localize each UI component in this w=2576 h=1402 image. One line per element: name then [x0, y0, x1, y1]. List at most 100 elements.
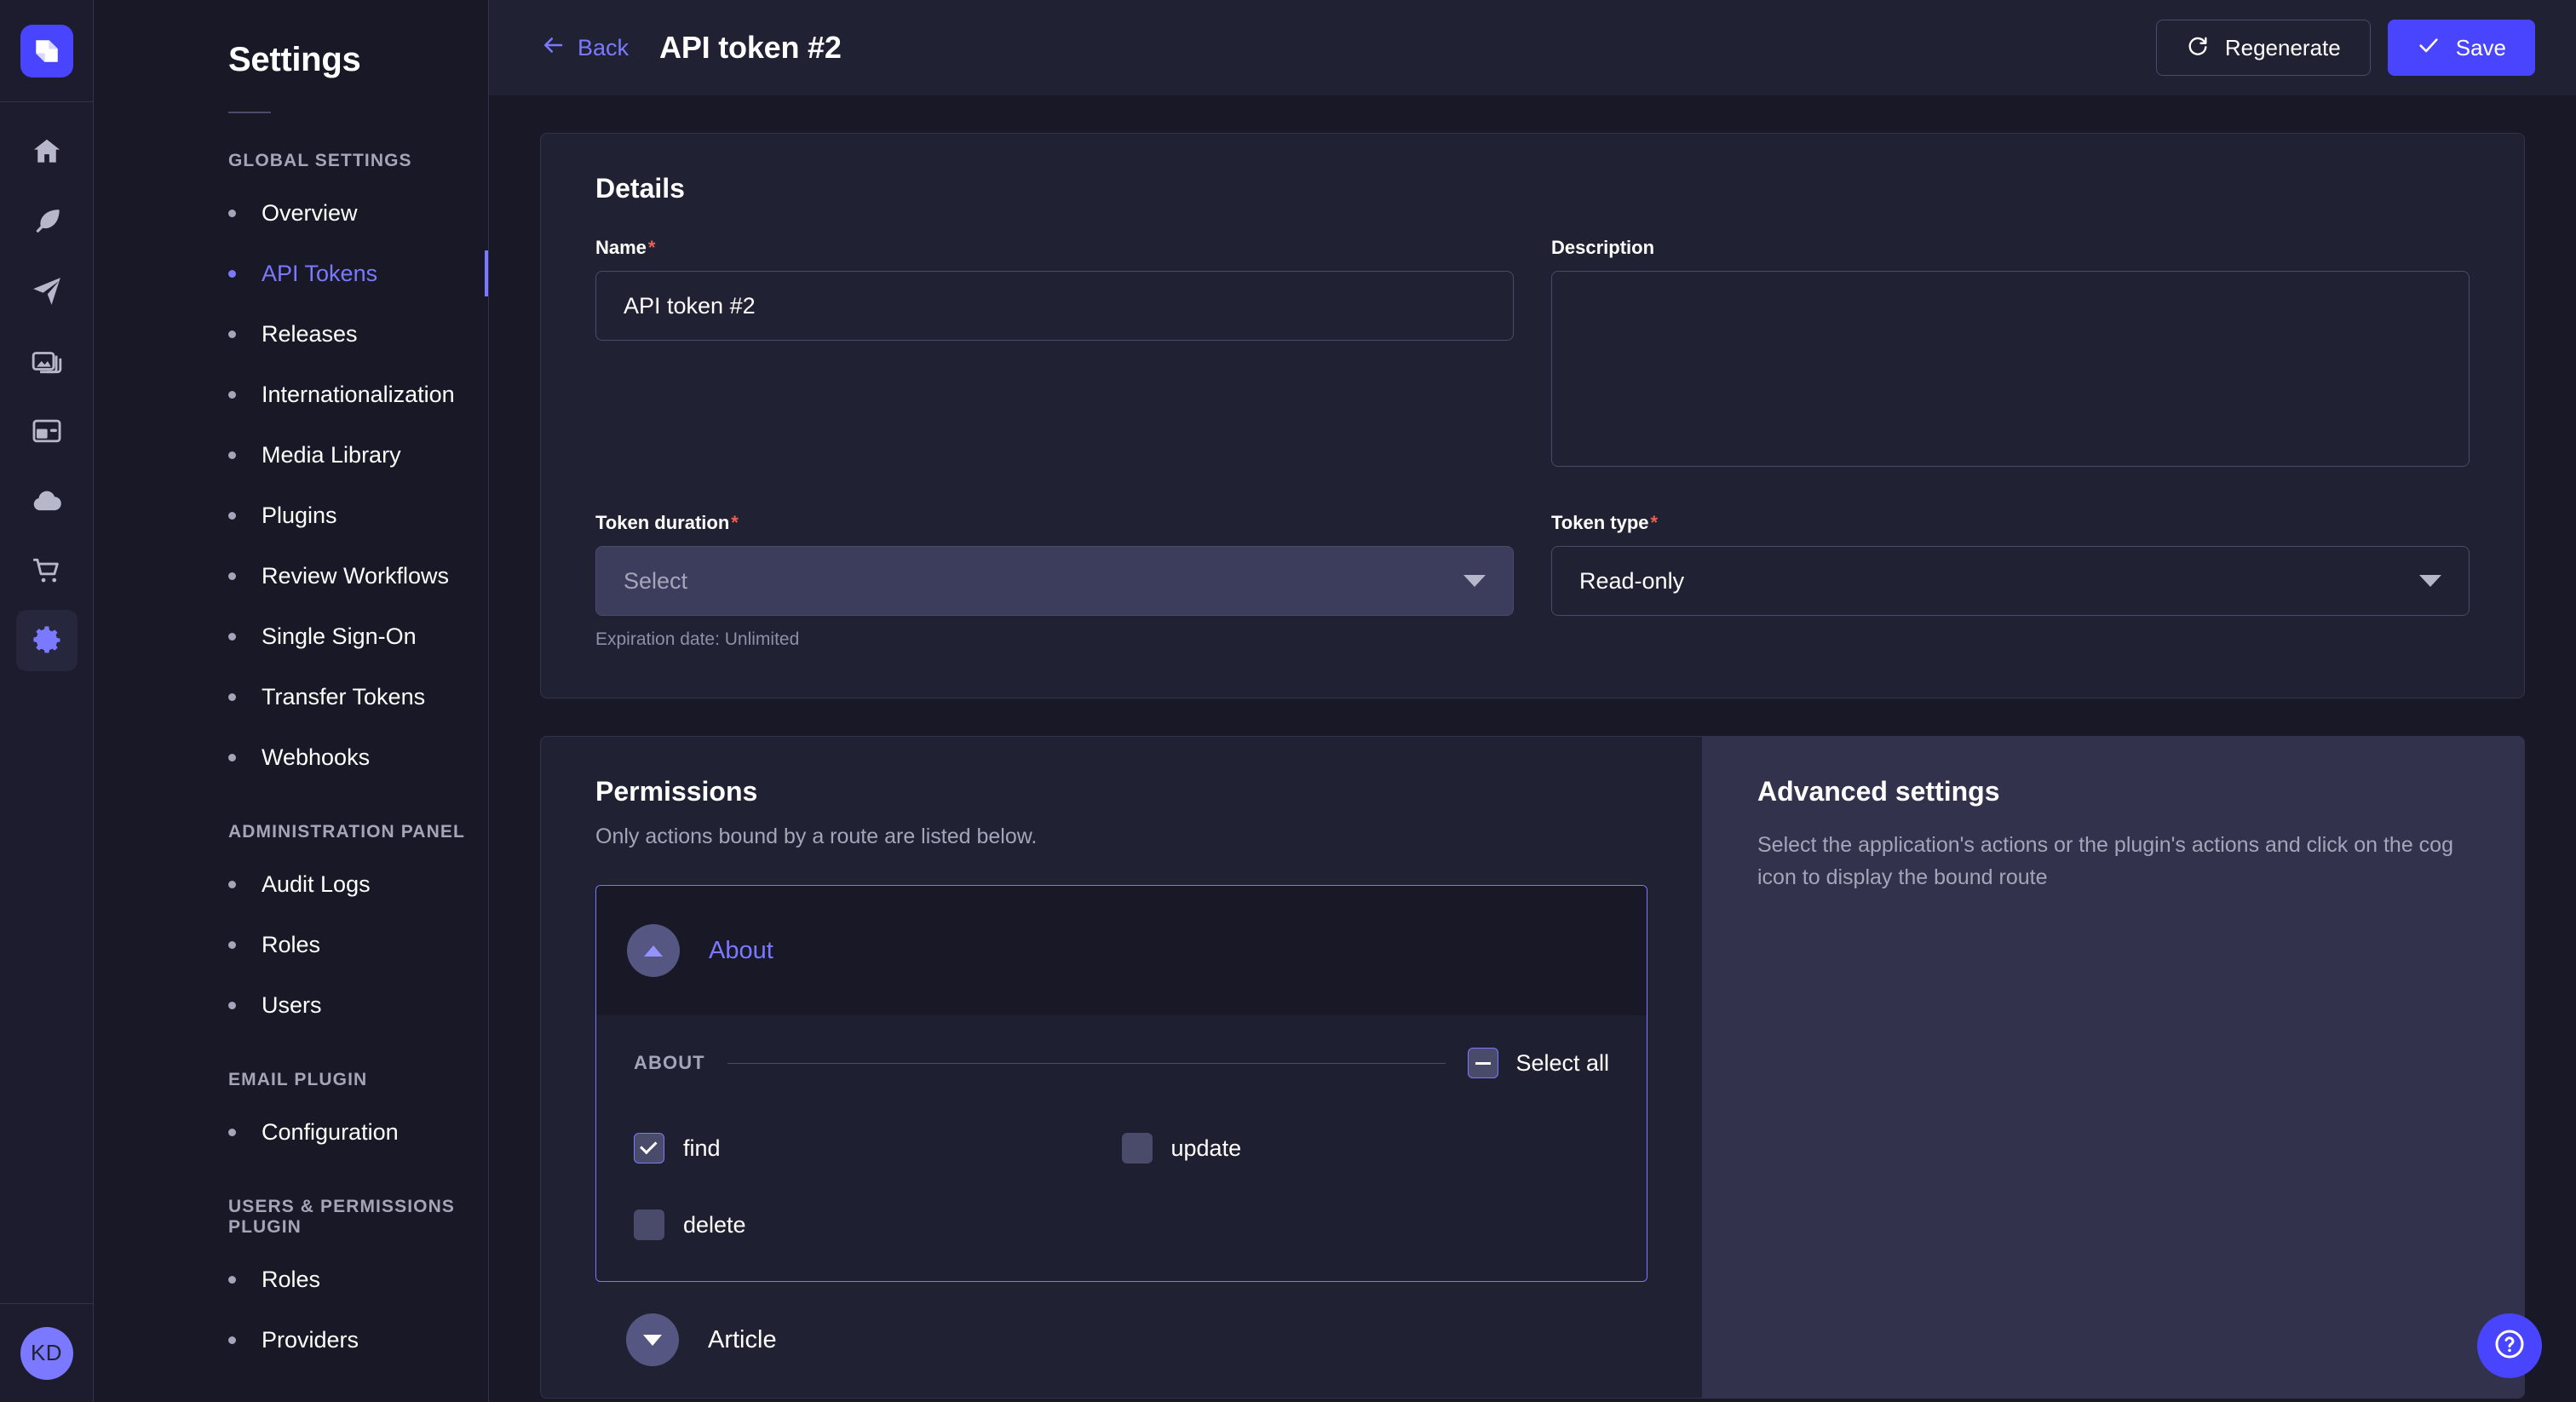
name-label-text: Name	[595, 237, 647, 258]
main-area: Back API token #2 Regenerate	[489, 0, 2576, 1402]
action-delete[interactable]: delete	[634, 1210, 1122, 1240]
rail-item-home[interactable]	[16, 121, 78, 182]
section-header-row: ABOUT Select all	[634, 1048, 1609, 1078]
chevron-up-icon[interactable]	[627, 924, 680, 977]
arrow-left-icon	[540, 32, 566, 64]
sidebar-item-label: Roles	[262, 932, 320, 958]
sidebar-item-label: Plugins	[262, 503, 337, 529]
rail-item-cloud[interactable]	[16, 470, 78, 531]
logo-container	[0, 0, 93, 102]
sidebar-item-audit-logs[interactable]: Audit Logs	[94, 854, 488, 915]
details-card: Details Name* Description To	[540, 133, 2525, 698]
token-duration-value: Select	[624, 568, 687, 595]
sidebar-item-overview[interactable]: Overview	[94, 183, 488, 244]
app-root: KD Settings GLOBAL SETTINGS Overview API…	[0, 0, 2576, 1402]
sidebar-item-roles-users-permissions[interactable]: Roles	[94, 1250, 488, 1310]
sidebar-item-transfer-tokens[interactable]: Transfer Tokens	[94, 667, 488, 727]
back-button[interactable]: Back	[540, 32, 629, 64]
token-duration-select[interactable]: Select	[595, 546, 1514, 616]
strapi-logo-icon[interactable]	[20, 25, 73, 78]
sidebar-item-label: Overview	[262, 200, 358, 227]
sidebar-divider	[228, 112, 271, 113]
sidebar-item-label: Webhooks	[262, 744, 370, 771]
update-checkbox[interactable]	[1122, 1133, 1153, 1164]
sidebar-item-internationalization[interactable]: Internationalization	[94, 365, 488, 425]
action-label: delete	[683, 1212, 746, 1238]
token-duration-label-text: Token duration	[595, 512, 729, 533]
nav-group-users-permissions-plugin: USERS & PERMISSIONS PLUGIN Roles Provide…	[94, 1197, 488, 1370]
permission-group-body: ABOUT Select all	[596, 1015, 1647, 1281]
description-textarea[interactable]	[1551, 271, 2470, 467]
sidebar-item-single-sign-on[interactable]: Single Sign-On	[94, 606, 488, 667]
action-update[interactable]: update	[1122, 1133, 1610, 1164]
find-checkbox[interactable]	[634, 1133, 664, 1164]
chevron-down-icon	[1463, 575, 1486, 587]
permission-group-article[interactable]: Article	[595, 1282, 1647, 1398]
section-divider	[727, 1063, 1446, 1064]
rail-item-content-type-builder[interactable]	[16, 261, 78, 322]
sidebar-item-media-library[interactable]: Media Library	[94, 425, 488, 486]
permission-group-header[interactable]: About	[596, 886, 1647, 1015]
delete-checkbox[interactable]	[634, 1210, 664, 1240]
nav-items: Overview API Tokens Releases Internation…	[94, 183, 488, 788]
nav-items: Audit Logs Roles Users	[94, 854, 488, 1036]
bullet-icon	[228, 693, 236, 701]
name-field-wrapper: Name*	[595, 237, 1514, 471]
sidebar-item-plugins[interactable]: Plugins	[94, 486, 488, 546]
bullet-icon	[228, 270, 236, 278]
bullet-icon	[228, 1276, 236, 1284]
chevron-down-icon	[2419, 575, 2441, 587]
bullet-icon	[228, 391, 236, 399]
details-form-grid: Name* Description Token duration* Se	[595, 237, 2470, 650]
select-all-control[interactable]: Select all	[1468, 1048, 1609, 1078]
nav-group-label: EMAIL PLUGIN	[94, 1070, 488, 1090]
layout-icon	[31, 415, 63, 447]
action-find[interactable]: find	[634, 1133, 1122, 1164]
rail-item-settings[interactable]	[16, 610, 78, 671]
sidebar-item-configuration[interactable]: Configuration	[94, 1102, 488, 1163]
action-label: update	[1171, 1135, 1242, 1162]
chevron-down-icon[interactable]	[626, 1313, 679, 1366]
check-icon	[2417, 33, 2441, 63]
gear-icon	[30, 623, 64, 658]
sidebar-item-api-tokens[interactable]: API Tokens	[94, 244, 488, 304]
permissions-card: Permissions Only actions bound by a rout…	[540, 736, 1702, 1399]
bullet-icon	[228, 1129, 236, 1136]
regenerate-label: Regenerate	[2225, 35, 2341, 61]
sidebar-item-releases[interactable]: Releases	[94, 304, 488, 365]
help-button[interactable]	[2477, 1313, 2542, 1378]
token-type-label: Token type*	[1551, 512, 2470, 534]
bullet-icon	[228, 330, 236, 338]
sidebar-item-label: API Tokens	[262, 261, 377, 287]
expiration-hint: Expiration date: Unlimited	[595, 629, 1514, 650]
sidebar-item-label: Releases	[262, 321, 358, 348]
rail-item-content-manager[interactable]	[16, 191, 78, 252]
sidebar-item-webhooks[interactable]: Webhooks	[94, 727, 488, 788]
name-input[interactable]	[595, 271, 1514, 341]
avatar[interactable]: KD	[20, 1327, 73, 1380]
page-title: API token #2	[659, 30, 842, 66]
bullet-icon	[228, 941, 236, 949]
nav-items: Roles Providers	[94, 1250, 488, 1370]
required-marker: *	[648, 237, 656, 258]
rail-item-media-library[interactable]	[16, 330, 78, 392]
token-type-value: Read-only	[1579, 568, 1684, 595]
token-type-field-wrapper: Token type* Read-only	[1551, 512, 2470, 650]
rail-item-pages[interactable]	[16, 400, 78, 462]
sidebar-item-label: Providers	[262, 1327, 359, 1353]
select-all-checkbox[interactable]	[1468, 1048, 1498, 1078]
sidebar-item-providers[interactable]: Providers	[94, 1310, 488, 1370]
page-header: Back API token #2 Regenerate	[489, 0, 2576, 95]
sidebar-item-review-workflows[interactable]: Review Workflows	[94, 546, 488, 606]
required-marker: *	[1651, 512, 1659, 533]
chevron-down-glyph	[643, 1335, 662, 1346]
sidebar-item-label: Audit Logs	[262, 871, 371, 898]
home-icon	[31, 135, 63, 168]
save-button[interactable]: Save	[2388, 20, 2535, 76]
rail-item-marketplace[interactable]	[16, 540, 78, 601]
sidebar-item-label: Media Library	[262, 442, 401, 468]
token-type-select[interactable]: Read-only	[1551, 546, 2470, 616]
sidebar-item-users[interactable]: Users	[94, 975, 488, 1036]
sidebar-item-roles-admin[interactable]: Roles	[94, 915, 488, 975]
regenerate-button[interactable]: Regenerate	[2156, 20, 2371, 76]
